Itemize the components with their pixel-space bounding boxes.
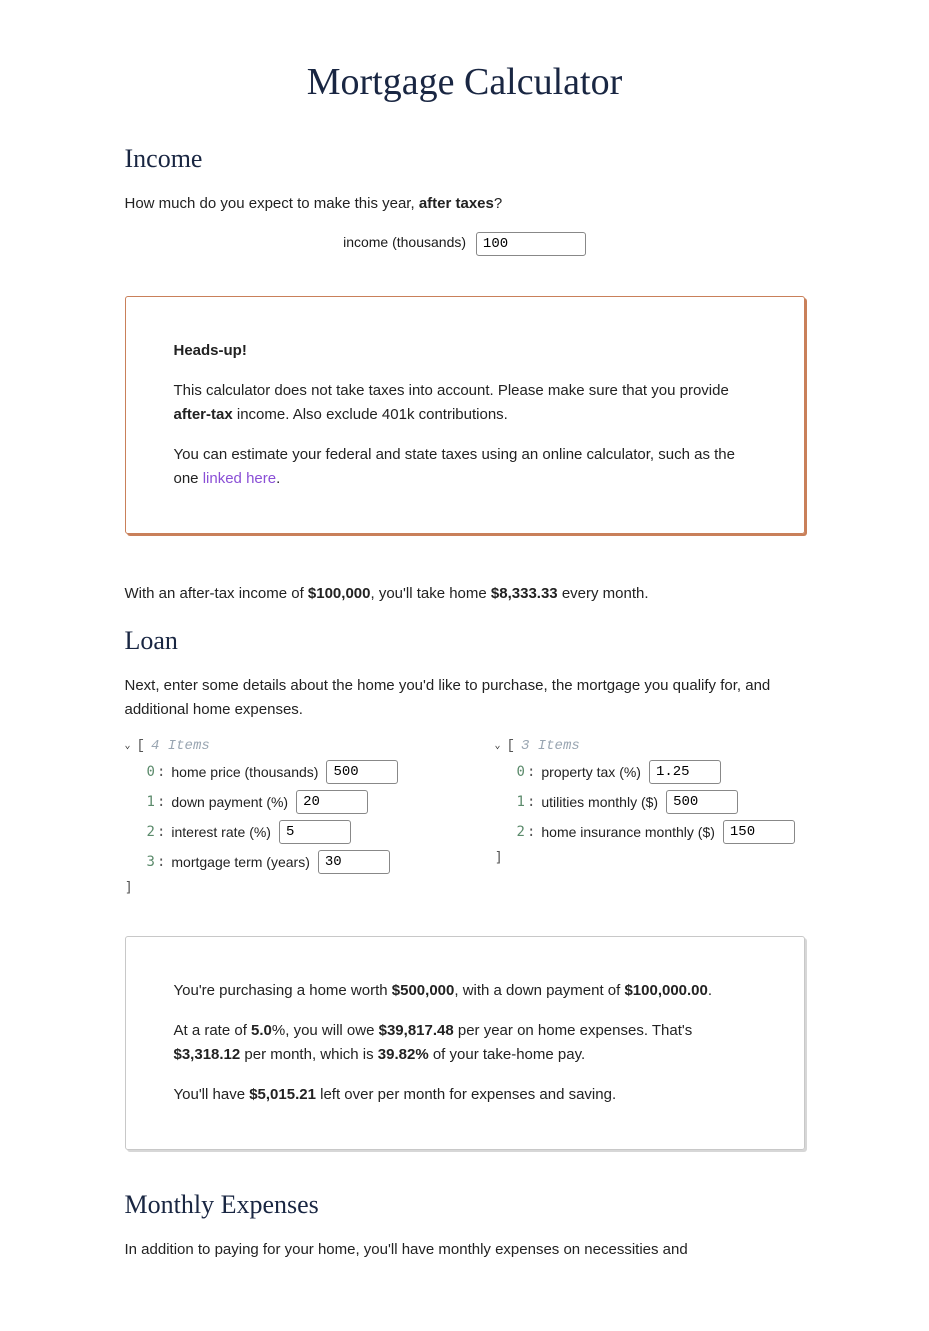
income-summary: With an after-tax income of $100,000, yo… bbox=[125, 582, 805, 606]
property-tax-input[interactable] bbox=[649, 760, 721, 784]
list-item: 2: home insurance monthly ($) bbox=[517, 820, 805, 844]
down-payment-input[interactable] bbox=[296, 790, 368, 814]
tax-calculator-link[interactable]: linked here bbox=[203, 470, 276, 487]
expenses-heading: Monthly Expenses bbox=[125, 1190, 805, 1220]
loan-inputs-expenses: ⌄ [ 3 Items 0: property tax (%) 1: utili… bbox=[495, 738, 805, 896]
loan-summary: You're purchasing a home worth $500,000,… bbox=[125, 936, 805, 1150]
utilities-input[interactable] bbox=[666, 790, 738, 814]
tax-callout: Heads-up! This calculator does not take … bbox=[125, 296, 805, 534]
chevron-down-icon[interactable]: ⌄ bbox=[125, 740, 131, 752]
loan-intro: Next, enter some details about the home … bbox=[125, 674, 805, 722]
page-title: Mortgage Calculator bbox=[125, 60, 805, 104]
list-item: 0: home price (thousands) bbox=[147, 760, 435, 784]
income-heading: Income bbox=[125, 144, 805, 174]
list-item: 3: mortgage term (years) bbox=[147, 850, 435, 874]
list-item: 1: utilities monthly ($) bbox=[517, 790, 805, 814]
list-item: 0: property tax (%) bbox=[517, 760, 805, 784]
income-input[interactable] bbox=[476, 232, 586, 256]
loan-heading: Loan bbox=[125, 626, 805, 656]
callout-line1: This calculator does not take taxes into… bbox=[174, 379, 756, 427]
home-insurance-input[interactable] bbox=[723, 820, 795, 844]
interest-rate-input[interactable] bbox=[279, 820, 351, 844]
loan-inputs-mortgage: ⌄ [ 4 Items 0: home price (thousands) 1:… bbox=[125, 738, 435, 896]
list-item: 2: interest rate (%) bbox=[147, 820, 435, 844]
home-price-input[interactable] bbox=[326, 760, 398, 784]
callout-heading: Heads-up! bbox=[174, 342, 247, 359]
income-input-label: income (thousands) bbox=[343, 234, 466, 250]
list-item: 1: down payment (%) bbox=[147, 790, 435, 814]
income-prompt: How much do you expect to make this year… bbox=[125, 192, 805, 216]
mortgage-term-input[interactable] bbox=[318, 850, 390, 874]
callout-line2: You can estimate your federal and state … bbox=[174, 443, 756, 491]
chevron-down-icon[interactable]: ⌄ bbox=[495, 740, 501, 752]
expenses-intro: In addition to paying for your home, you… bbox=[125, 1238, 805, 1262]
